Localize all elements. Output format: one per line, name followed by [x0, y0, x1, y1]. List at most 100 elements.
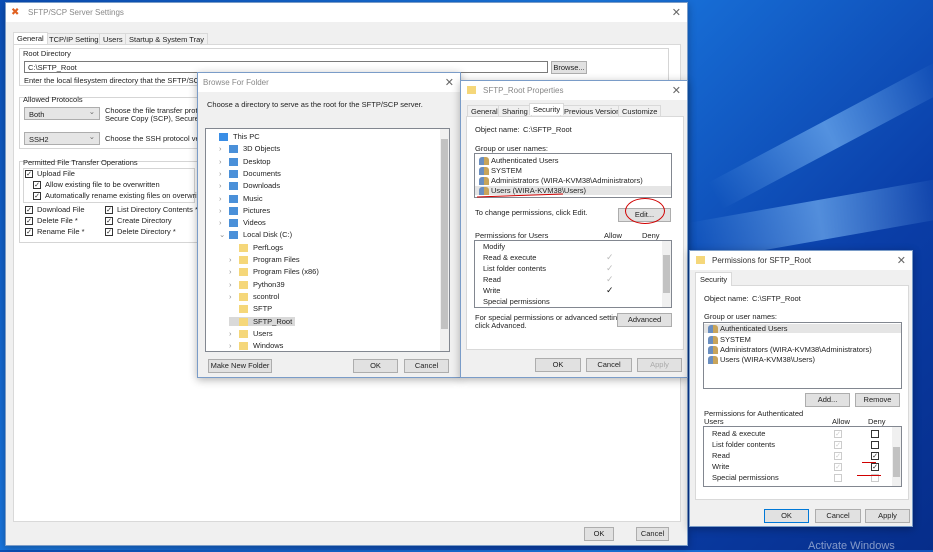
tree-item[interactable]: SFTP_Root: [229, 316, 296, 326]
add-button[interactable]: Add...: [805, 393, 850, 407]
folder-icon: [229, 219, 238, 228]
allow-checkbox[interactable]: ✓: [834, 441, 842, 449]
expand-chevron-icon[interactable]: ›: [219, 194, 229, 203]
make-new-folder-button[interactable]: Make New Folder: [208, 359, 272, 373]
expand-chevron-icon[interactable]: ›: [229, 341, 239, 350]
tree-item[interactable]: › Program Files: [229, 255, 300, 265]
apply-button[interactable]: Apply: [637, 358, 682, 372]
ok-button[interactable]: OK: [584, 527, 614, 541]
ok-button[interactable]: OK: [353, 359, 398, 373]
expand-chevron-icon[interactable]: ›: [219, 144, 229, 153]
delete-file-checkbox[interactable]: ✓ Delete File *: [25, 216, 78, 226]
expand-chevron-icon[interactable]: ›: [229, 329, 239, 338]
user-list[interactable]: Authenticated Users SYSTEM Administrator…: [474, 153, 672, 198]
tree-item[interactable]: › Program Files (x86): [229, 267, 319, 277]
expand-chevron-icon[interactable]: ›: [219, 218, 229, 227]
folder-tree[interactable]: This PC › 3D Objects › Desktop › Documents › Dow…: [205, 128, 450, 352]
tab-security[interactable]: Security: [529, 103, 565, 115]
user-item-selected[interactable]: Authenticated Users: [704, 324, 901, 334]
expand-chevron-icon[interactable]: ›: [219, 181, 229, 190]
rename-file-checkbox[interactable]: ✓ Rename File *: [25, 227, 85, 237]
expand-chevron-icon[interactable]: ›: [219, 169, 229, 178]
expand-chevron-icon[interactable]: ›: [229, 255, 239, 264]
tree-item[interactable]: ⌄ Local Disk (C:): [219, 230, 292, 240]
apply-button[interactable]: Apply: [865, 509, 910, 523]
allow-check-icon: ✓: [606, 274, 614, 284]
object-name-label: Object name:: [475, 125, 520, 134]
cancel-button[interactable]: Cancel: [586, 358, 632, 372]
delete-directory-checkbox[interactable]: ✓ Delete Directory *: [105, 227, 176, 237]
tree-item[interactable]: › Windows: [229, 341, 284, 351]
cancel-button[interactable]: Cancel: [815, 509, 861, 523]
user-item[interactable]: SYSTEM: [479, 166, 522, 176]
tree-item[interactable]: › Documents: [219, 169, 281, 178]
close-icon[interactable]: ✕: [672, 6, 681, 19]
download-checkbox[interactable]: ✓ Download File: [25, 205, 85, 215]
tree-item[interactable]: › Music: [219, 194, 263, 203]
close-icon[interactable]: ✕: [897, 254, 906, 267]
expand-chevron-icon[interactable]: ›: [229, 267, 239, 276]
scrollbar[interactable]: [662, 241, 671, 307]
tree-item[interactable]: PerfLogs: [229, 243, 283, 252]
user-item[interactable]: Authenticated Users: [479, 156, 559, 166]
tree-item[interactable]: › scontrol: [229, 292, 279, 301]
allow-checkbox[interactable]: [834, 474, 842, 482]
allow-checkbox[interactable]: ✓: [834, 463, 842, 471]
protocols-label: Allowed Protocols: [23, 95, 83, 104]
protocol-select[interactable]: Both: [24, 107, 100, 120]
browse-button[interactable]: Browse...: [551, 61, 587, 74]
user-item[interactable]: Administrators (WIRA-KVM38\Administrator…: [479, 176, 643, 186]
tree-item[interactable]: › 3D Objects: [219, 144, 280, 154]
expand-chevron-icon[interactable]: ›: [229, 280, 239, 289]
deny-checkbox[interactable]: ✓: [871, 452, 879, 460]
tab-security[interactable]: Security: [695, 272, 733, 286]
user-item-selected[interactable]: Users (WIRA-KVM38\Users): [475, 186, 671, 196]
tree-item[interactable]: › Users: [229, 329, 273, 338]
upload-checkbox[interactable]: ✓ Upload File: [25, 169, 75, 179]
close-icon[interactable]: ✕: [445, 76, 454, 89]
permission-row: List folder contents: [712, 440, 775, 449]
list-directory-checkbox[interactable]: ✓ List Directory Contents *: [105, 205, 198, 215]
folder-icon: [239, 292, 248, 301]
expand-chevron-icon[interactable]: ›: [229, 292, 239, 301]
scrollbar[interactable]: [892, 427, 901, 486]
tab-general[interactable]: General: [13, 32, 48, 44]
tree-item[interactable]: › Pictures: [219, 206, 270, 215]
cancel-button[interactable]: Cancel: [636, 527, 669, 541]
expand-chevron-icon[interactable]: ›: [219, 157, 229, 166]
permission-row: Read: [483, 275, 501, 284]
title-bar: SFTP_Root Properties ✕: [461, 81, 687, 100]
tree-item[interactable]: › Downloads: [219, 181, 280, 191]
ok-button[interactable]: OK: [535, 358, 581, 372]
ok-button[interactable]: OK: [764, 509, 809, 523]
deny-checkbox[interactable]: [871, 430, 879, 438]
tree-item[interactable]: › Videos: [219, 218, 266, 228]
folder-icon: [239, 317, 248, 326]
create-directory-checkbox[interactable]: ✓ Create Directory: [105, 216, 172, 226]
allow-checkbox[interactable]: ✓: [834, 430, 842, 438]
scrollbar-thumb[interactable]: [441, 139, 448, 329]
user-item[interactable]: SYSTEM: [708, 335, 751, 345]
advanced-button[interactable]: Advanced: [617, 313, 672, 327]
tree-item[interactable]: This PC: [209, 132, 260, 142]
allow-checkbox[interactable]: ✓: [834, 452, 842, 460]
tree-item-label: Windows: [253, 341, 284, 351]
auto-rename-checkbox[interactable]: ✓ Automatically rename existing files on …: [33, 191, 203, 201]
expand-chevron-icon[interactable]: ›: [219, 206, 229, 215]
permission-label: List folder contents: [712, 440, 775, 449]
close-icon[interactable]: ✕: [672, 84, 681, 97]
allow-overwrite-checkbox[interactable]: ✓ Allow existing file to be overwritten: [33, 180, 160, 190]
tree-item[interactable]: SFTP: [229, 304, 272, 314]
deny-checkbox[interactable]: ✓: [871, 463, 879, 471]
user-item[interactable]: Administrators (WIRA-KVM38\Administrator…: [708, 345, 872, 355]
deny-checkbox[interactable]: [871, 441, 879, 449]
user-item[interactable]: Users (WIRA-KVM38\Users): [708, 355, 815, 365]
user-list[interactable]: Authenticated Users SYSTEM Administrator…: [703, 322, 902, 389]
tree-item[interactable]: › Desktop: [219, 157, 271, 166]
cancel-button[interactable]: Cancel: [404, 359, 449, 373]
tree-item[interactable]: › Python39: [229, 280, 285, 289]
ssh-version-select[interactable]: SSH2: [24, 132, 100, 145]
expand-chevron-icon[interactable]: ⌄: [219, 230, 229, 239]
remove-button[interactable]: Remove: [855, 393, 900, 407]
scrollbar[interactable]: [440, 129, 449, 351]
